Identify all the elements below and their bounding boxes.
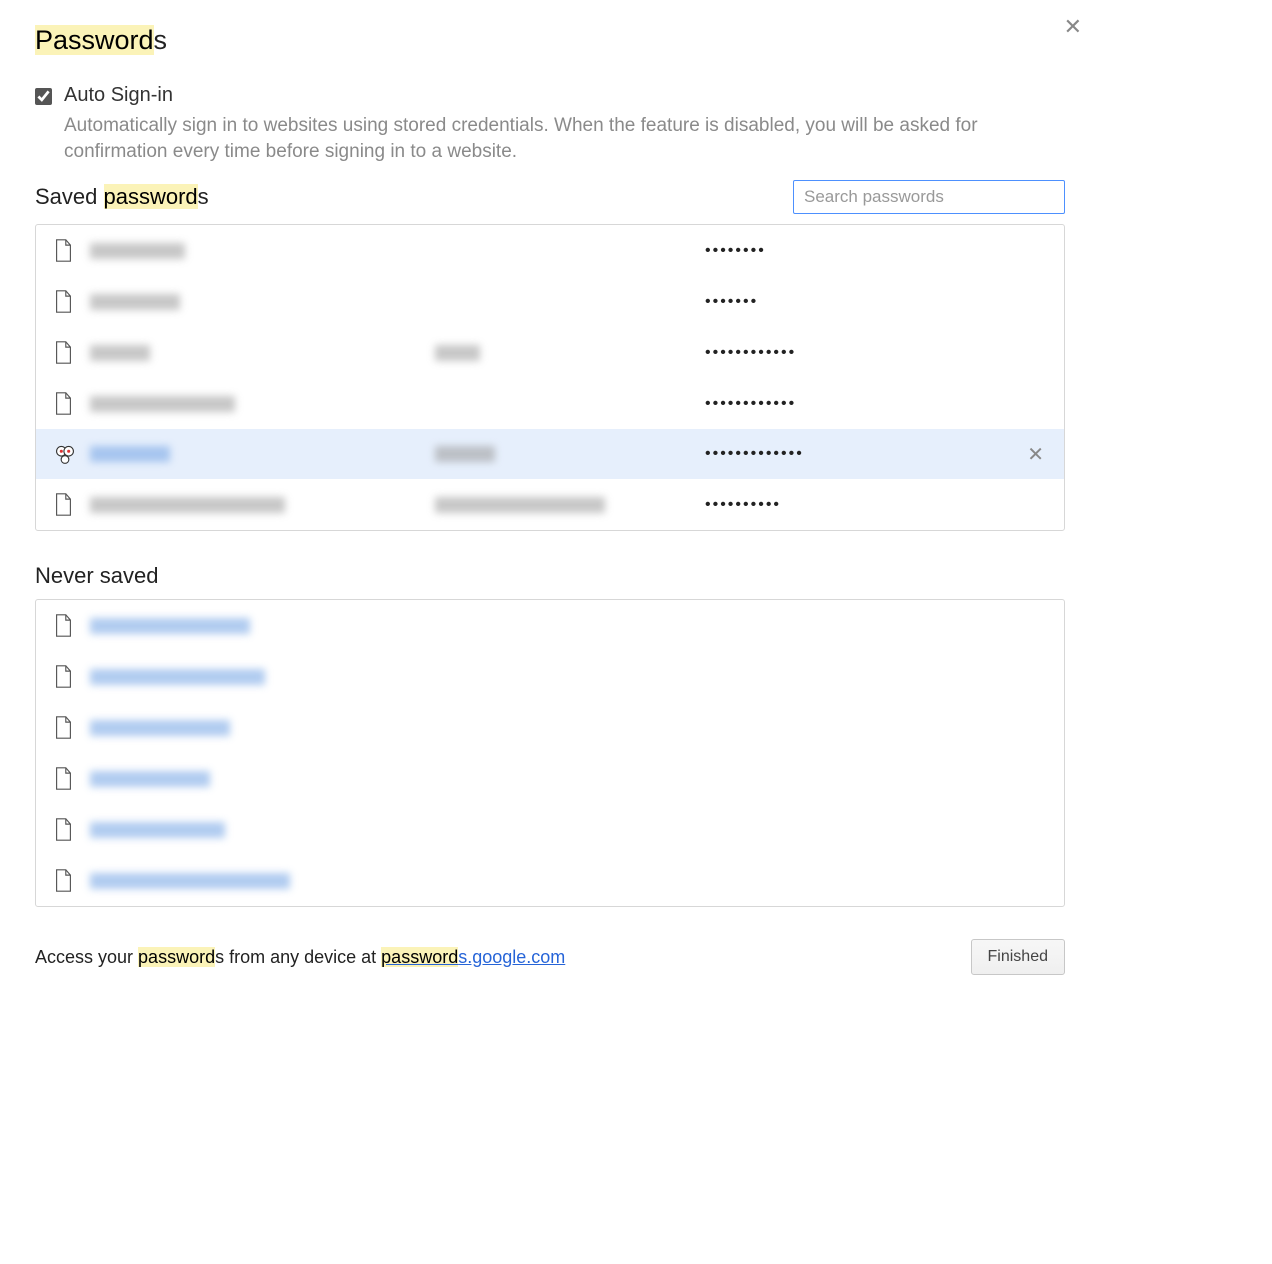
never-saved-row[interactable] [36, 702, 1064, 753]
site-name [90, 294, 180, 310]
search-input[interactable] [793, 180, 1065, 214]
site-name [90, 243, 185, 259]
document-icon [54, 716, 73, 739]
saved-passwords-list: •••••••• ••••••• •••••••••••• ••••••••••… [35, 224, 1065, 531]
site-name [90, 669, 265, 685]
site-name [90, 396, 235, 412]
site-name [90, 822, 225, 838]
site-name [90, 345, 150, 361]
document-icon [54, 493, 73, 516]
password-dots: •••••••• [705, 242, 1046, 260]
auto-signin-label: Auto Sign-in [64, 84, 173, 107]
title-suffix: s [154, 25, 168, 55]
saved-password-row[interactable]: ••••••••••••• ✕ [36, 429, 1064, 479]
never-saved-list [35, 599, 1065, 907]
never-saved-row[interactable] [36, 855, 1064, 906]
document-icon [54, 290, 73, 313]
site-name [90, 771, 210, 787]
passwords-google-link[interactable]: passwords.google.com [381, 947, 565, 967]
document-icon [54, 818, 73, 841]
saved-password-row[interactable]: •••••••••••• [36, 327, 1064, 378]
site-name [90, 446, 170, 462]
site-name [90, 618, 250, 634]
document-icon [54, 665, 73, 688]
password-dots: ••••••• [705, 293, 1046, 311]
document-icon [54, 341, 73, 364]
saved-password-row[interactable]: ••••••• [36, 276, 1064, 327]
page-title: Passwords [35, 25, 1065, 56]
never-saved-row[interactable] [36, 600, 1064, 651]
site-name [90, 497, 285, 513]
document-icon [54, 767, 73, 790]
document-icon [54, 239, 73, 262]
title-highlight: Password [35, 25, 154, 55]
never-saved-row[interactable] [36, 804, 1064, 855]
never-saved-heading: Never saved [35, 563, 159, 589]
auto-signin-description: Automatically sign in to websites using … [64, 113, 1065, 164]
site-name [90, 720, 230, 736]
close-icon[interactable]: ✕ [1064, 14, 1082, 40]
footer-text: Access your passwords from any device at… [35, 947, 565, 968]
auto-signin-checkbox[interactable] [35, 88, 52, 105]
saved-password-row[interactable]: •••••••••• [36, 479, 1064, 530]
document-icon [54, 869, 73, 892]
favicon-icon [54, 443, 76, 465]
saved-password-row[interactable]: •••••••• [36, 225, 1064, 276]
finished-button[interactable]: Finished [971, 939, 1065, 975]
password-dots: •••••••••••• [705, 395, 1046, 413]
username [435, 345, 480, 361]
never-saved-row[interactable] [36, 753, 1064, 804]
document-icon [54, 614, 73, 637]
password-dots: •••••••••• [705, 496, 1046, 514]
username [435, 497, 605, 513]
username [435, 446, 495, 462]
document-icon [54, 392, 73, 415]
delete-row-icon[interactable]: ✕ [1023, 438, 1048, 471]
password-dots: ••••••••••••• [705, 445, 1046, 463]
saved-passwords-heading: Saved passwords [35, 184, 209, 210]
password-dots: •••••••••••• [705, 344, 1046, 362]
saved-password-row[interactable]: •••••••••••• [36, 378, 1064, 429]
site-name [90, 873, 290, 889]
never-saved-row[interactable] [36, 651, 1064, 702]
